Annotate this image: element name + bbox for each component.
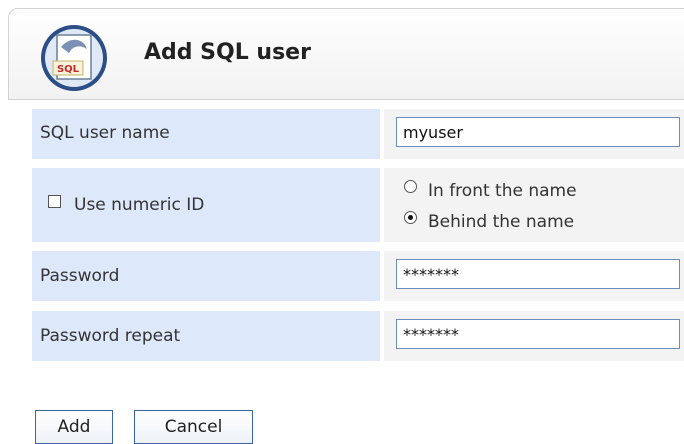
username-label-cell: SQL user name: [32, 109, 380, 159]
page-header: SQL Add SQL user: [8, 8, 684, 100]
password-repeat-input[interactable]: [396, 319, 680, 349]
password-label-cell: Password: [32, 251, 380, 301]
password-input[interactable]: [396, 259, 680, 289]
cancel-button[interactable]: Cancel: [134, 410, 253, 444]
password-value-cell: [384, 251, 684, 301]
numeric-id-checkbox[interactable]: [48, 195, 61, 208]
radio-in-front[interactable]: [404, 180, 417, 193]
radio-in-front-label: In front the name: [428, 181, 577, 201]
username-value-cell: [384, 109, 684, 159]
numeric-id-options-cell: In front the name Behind the name: [384, 168, 684, 242]
add-button[interactable]: Add: [35, 410, 113, 444]
username-label: SQL user name: [40, 123, 170, 143]
password-label: Password: [40, 266, 120, 286]
radio-behind-label: Behind the name: [428, 212, 575, 232]
password-repeat-label: Password repeat: [40, 326, 181, 346]
password-repeat-label-cell: Password repeat: [32, 311, 380, 361]
page-title: Add SQL user: [144, 40, 311, 65]
sql-database-icon: SQL: [41, 25, 107, 91]
numeric-id-label: Use numeric ID: [74, 195, 205, 215]
numeric-id-label-cell: Use numeric ID: [32, 168, 380, 242]
radio-selected-dot: [408, 215, 413, 220]
username-input[interactable]: [396, 117, 680, 147]
logo-text: SQL: [57, 64, 80, 75]
password-repeat-value-cell: [384, 311, 684, 361]
radio-behind[interactable]: [404, 211, 417, 224]
